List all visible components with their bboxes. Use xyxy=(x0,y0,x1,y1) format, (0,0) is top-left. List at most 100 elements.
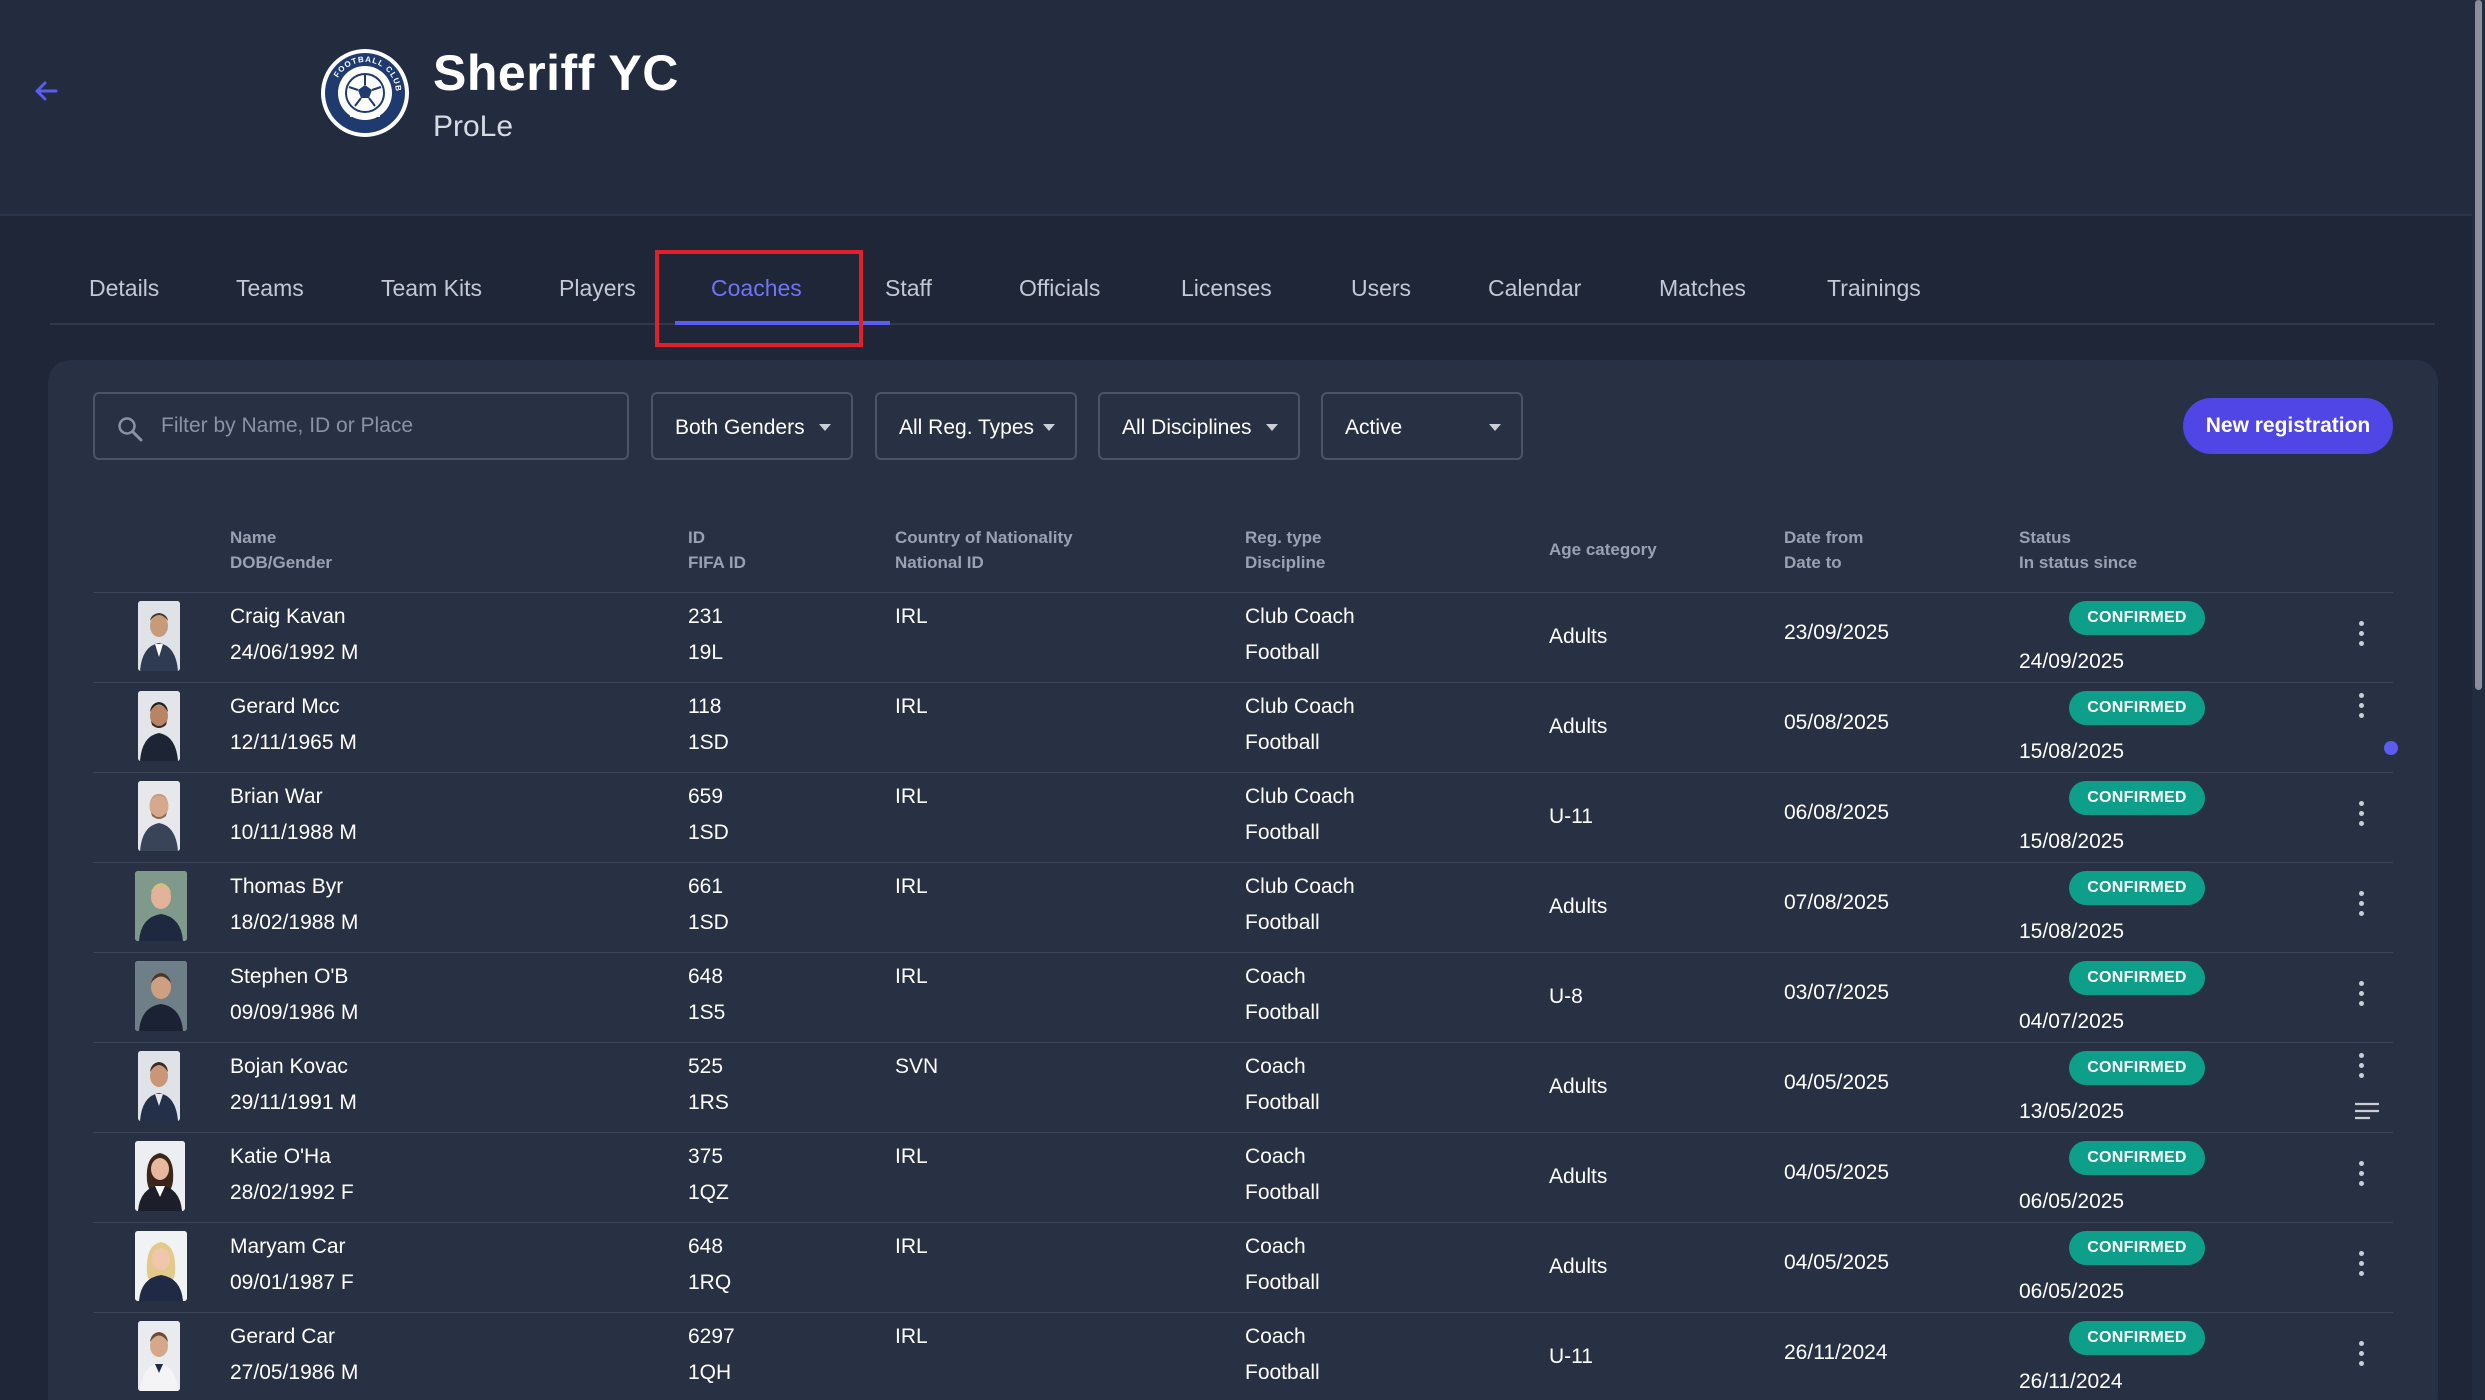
coaches-tab-highlight xyxy=(655,250,863,347)
status-badge: CONFIRMED xyxy=(2069,1231,2205,1265)
coach-dob-gender: 18/02/1988 M xyxy=(230,911,359,934)
chevron-down-icon xyxy=(1489,424,1501,431)
coach-name[interactable]: Maryam Car xyxy=(230,1235,346,1259)
search-icon xyxy=(118,417,143,442)
coach-reg-type: Coach xyxy=(1245,1235,1306,1258)
discipline-select-value: All Disciplines xyxy=(1122,416,1252,439)
tab-calendar[interactable]: Calendar xyxy=(1488,275,1581,302)
coach-age-category: Adults xyxy=(1549,895,1608,918)
coach-name[interactable]: Bojan Kovac xyxy=(230,1055,348,1079)
table-row[interactable]: Maryam Car 09/01/1987 F 648 1RQ IRL Coac… xyxy=(93,1222,2393,1312)
coach-name[interactable]: Stephen O'B xyxy=(230,965,348,989)
header-dob-label: DOB/Gender xyxy=(230,553,333,572)
status-select[interactable]: Active xyxy=(1321,392,1523,460)
tab-trainings[interactable]: Trainings xyxy=(1827,275,1921,302)
notes-lines-icon[interactable] xyxy=(2354,1101,2380,1121)
coach-fifa-id: 1SD xyxy=(688,911,729,934)
coach-country: IRL xyxy=(895,605,928,628)
tab-staff[interactable]: Staff xyxy=(885,275,932,302)
more-vertical-icon[interactable] xyxy=(2355,1251,2367,1281)
tab-users[interactable]: Users xyxy=(1351,275,1411,302)
coach-name[interactable]: Brian War xyxy=(230,785,323,809)
coach-id: 648 xyxy=(688,1235,724,1258)
back-arrow-icon[interactable] xyxy=(30,75,62,107)
table-row[interactable]: Thomas Byr 18/02/1988 M 661 1SD IRL Club… xyxy=(93,862,2393,952)
header-country-label: Country of Nationality xyxy=(895,528,1073,547)
coach-name[interactable]: Gerard Car xyxy=(230,1325,335,1349)
coach-id: 648 xyxy=(688,965,724,988)
more-vertical-icon[interactable] xyxy=(2355,621,2367,651)
coach-fifa-id: 1QH xyxy=(688,1361,732,1384)
tab-officials[interactable]: Officials xyxy=(1019,275,1100,302)
tab-matches[interactable]: Matches xyxy=(1659,275,1746,302)
more-vertical-icon[interactable] xyxy=(2355,1161,2367,1191)
status-select-value: Active xyxy=(1345,416,1403,439)
table-row[interactable]: Katie O'Ha 28/02/1992 F 375 1QZ IRL Coac… xyxy=(93,1132,2393,1222)
table-row[interactable]: Gerard Mcc 12/11/1965 M 118 1SD IRL Club… xyxy=(93,682,2398,772)
coach-id: 231 xyxy=(688,605,724,628)
coach-date-from: 07/08/2025 xyxy=(1784,891,1890,914)
more-vertical-icon[interactable] xyxy=(2355,1341,2367,1371)
coach-name[interactable]: Craig Kavan xyxy=(230,605,346,629)
club-logo: FOOTBALL CLUB xyxy=(320,48,410,138)
discipline-select[interactable]: All Disciplines xyxy=(1098,392,1300,460)
coach-age-category: U-11 xyxy=(1549,805,1593,828)
coach-country: IRL xyxy=(895,875,928,898)
status-badge: CONFIRMED xyxy=(2069,1141,2205,1175)
more-vertical-icon[interactable] xyxy=(2355,801,2367,831)
more-vertical-icon[interactable] xyxy=(2355,1053,2367,1083)
table-row[interactable]: Stephen O'B 09/09/1986 M 648 1S5 IRL Coa… xyxy=(93,952,2393,1042)
coach-discipline: Football xyxy=(1245,731,1320,754)
coach-country: IRL xyxy=(895,1145,928,1168)
coach-name[interactable]: Thomas Byr xyxy=(230,875,343,899)
scrollbar-thumb[interactable] xyxy=(2475,0,2482,690)
more-vertical-icon[interactable] xyxy=(2355,693,2367,723)
table-row[interactable]: Craig Kavan 24/06/1992 M 231 19L IRL Clu… xyxy=(93,592,2393,682)
coach-age-category: U-8 xyxy=(1549,985,1583,1008)
coach-fifa-id: 1SD xyxy=(688,821,729,844)
page-scrollbar[interactable] xyxy=(2472,0,2485,1400)
reg-type-select[interactable]: All Reg. Types xyxy=(875,392,1077,460)
coach-name[interactable]: Katie O'Ha xyxy=(230,1145,331,1169)
new-registration-button[interactable]: New registration xyxy=(2183,398,2393,454)
coach-name[interactable]: Gerard Mcc xyxy=(230,695,340,719)
coach-discipline: Football xyxy=(1245,1361,1320,1384)
header-id-label: ID xyxy=(688,528,705,547)
status-badge: CONFIRMED xyxy=(2069,601,2205,635)
chevron-down-icon xyxy=(1266,424,1278,431)
tab-players[interactable]: Players xyxy=(559,275,636,302)
chevron-down-icon xyxy=(819,424,831,431)
status-since: 15/08/2025 xyxy=(2019,830,2125,853)
gender-select[interactable]: Both Genders xyxy=(651,392,853,460)
more-vertical-icon[interactable] xyxy=(2355,891,2367,921)
reg-type-select-value: All Reg. Types xyxy=(899,416,1035,439)
coach-age-category: Adults xyxy=(1549,625,1608,648)
coach-dob-gender: 12/11/1965 M xyxy=(230,731,357,754)
tab-licenses[interactable]: Licenses xyxy=(1181,275,1272,302)
coach-country: IRL xyxy=(895,1235,928,1258)
coach-country: IRL xyxy=(895,695,928,718)
search-input[interactable] xyxy=(161,394,616,458)
table-row[interactable]: Brian War 10/11/1988 M 659 1SD IRL Club … xyxy=(93,772,2393,862)
status-badge: CONFIRMED xyxy=(2069,961,2205,995)
header-id: ID FIFA ID xyxy=(688,525,746,575)
status-since: 13/05/2025 xyxy=(2019,1100,2125,1123)
table-row[interactable]: Bojan Kovac 29/11/1991 M 525 1RS SVN Coa… xyxy=(93,1042,2393,1132)
header-date-to-label: Date to xyxy=(1784,553,1842,572)
status-since: 15/08/2025 xyxy=(2019,920,2125,943)
tab-details[interactable]: Details xyxy=(89,275,159,302)
tab-team-kits[interactable]: Team Kits xyxy=(381,275,482,302)
more-vertical-icon[interactable] xyxy=(2355,981,2367,1011)
coach-date-from: 04/05/2025 xyxy=(1784,1251,1890,1274)
tab-teams[interactable]: Teams xyxy=(236,275,304,302)
header-reg-type-label: Reg. type xyxy=(1245,528,1322,547)
coach-discipline: Football xyxy=(1245,641,1320,664)
search-box[interactable] xyxy=(93,392,629,460)
coach-country: IRL xyxy=(895,965,928,988)
coaches-panel: Both Genders All Reg. Types All Discipli… xyxy=(48,360,2438,1400)
table-row[interactable]: Gerard Car 27/05/1986 M 6297 1QH IRL Coa… xyxy=(93,1312,2393,1400)
header-country: Country of Nationality National ID xyxy=(895,525,1073,575)
coach-fifa-id: 1SD xyxy=(688,731,729,754)
coach-id: 118 xyxy=(688,695,722,718)
club-subtitle: ProLe xyxy=(433,110,514,143)
